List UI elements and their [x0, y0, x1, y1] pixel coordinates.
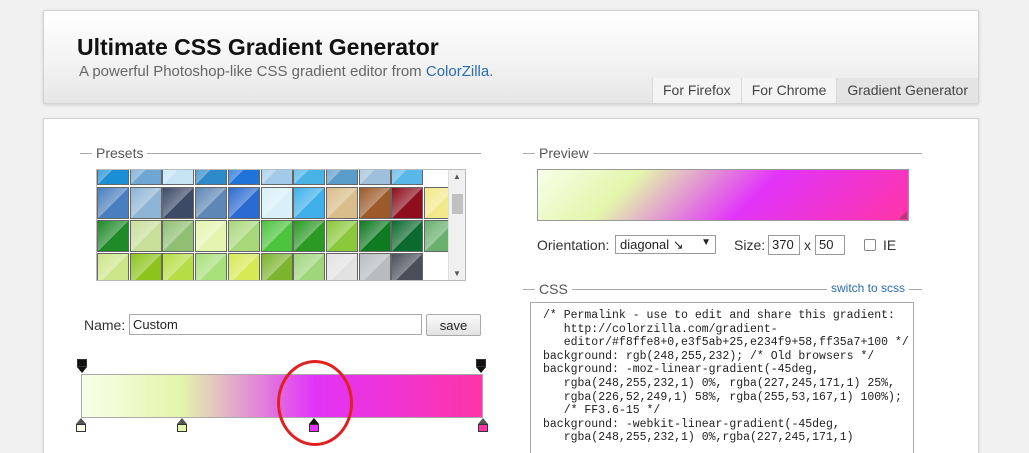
preset-swatch[interactable] [260, 220, 293, 252]
color-stop[interactable] [176, 418, 188, 433]
scroll-down-icon[interactable]: ▼ [453, 269, 461, 278]
css-code-line: /* Permalink - use to edit and share thi… [543, 309, 895, 322]
page-subtitle: A powerful Photoshop-like CSS gradient e… [79, 63, 493, 80]
css-code-line: background: -moz-linear-gradient(-45deg, [543, 363, 820, 377]
preset-swatch[interactable] [391, 253, 424, 280]
name-label: Name: [84, 317, 126, 333]
preset-swatch[interactable] [293, 253, 326, 280]
highlight-circle [277, 360, 353, 446]
size-label: Size: [734, 237, 766, 253]
scroll-up-icon[interactable]: ▲ [453, 172, 461, 181]
preset-swatch[interactable] [325, 253, 358, 280]
preset-swatch[interactable] [195, 253, 228, 280]
preset-swatch[interactable] [97, 170, 129, 185]
preset-swatch[interactable] [391, 187, 424, 219]
presets-legend: Presets [92, 145, 148, 161]
scroll-thumb[interactable] [452, 194, 463, 214]
color-stop[interactable] [477, 418, 489, 433]
height-input[interactable]: 50 [815, 235, 845, 255]
size-separator: x [804, 237, 811, 253]
gradient-preview[interactable] [537, 169, 909, 221]
css-code-line: background: rgb(248,255,232); /* Old bro… [543, 349, 875, 363]
dropdown-arrow-icon: ▼ [701, 237, 711, 248]
preview-legend: Preview [535, 145, 593, 161]
preset-swatch[interactable] [162, 253, 195, 280]
presets-panel: ▲ ▼ [96, 169, 466, 281]
css-code-line: rgba(226,52,249,1) 58%, rgba(255,53,167,… [543, 390, 902, 404]
subtitle-period: . [489, 63, 494, 80]
preset-swatch[interactable] [129, 187, 162, 219]
preset-swatch[interactable] [97, 253, 129, 280]
ie-label: IE [883, 237, 897, 253]
preset-swatch[interactable] [325, 170, 358, 185]
preset-swatch[interactable] [391, 220, 424, 252]
color-stop[interactable] [75, 418, 87, 433]
preset-swatch[interactable] [162, 187, 195, 219]
css-code-line: rgba(248,255,232,1) 0%,rgba(227,245,171,… [543, 431, 854, 445]
css-code-line: background: -webkit-linear-gradient(-45d… [543, 417, 840, 431]
preset-swatch[interactable] [358, 253, 391, 280]
preset-swatch[interactable] [260, 253, 293, 280]
presets-scrollbar[interactable]: ▲ ▼ [448, 170, 465, 280]
preset-swatch[interactable] [293, 220, 326, 252]
preset-swatch[interactable] [325, 220, 358, 252]
preset-swatch[interactable] [195, 187, 228, 219]
preset-swatch[interactable] [129, 253, 162, 280]
subtitle-text: A powerful Photoshop-like CSS gradient e… [79, 63, 426, 80]
save-button[interactable]: save [426, 314, 481, 336]
preset-swatch[interactable] [260, 187, 293, 219]
preset-swatch[interactable] [227, 187, 260, 219]
opacity-stop-left[interactable] [76, 359, 88, 374]
css-code-line: http://colorzilla.com/gradient- [543, 322, 778, 336]
preset-swatch[interactable] [97, 220, 129, 252]
preset-swatch[interactable] [358, 220, 391, 252]
ie-checkbox[interactable] [864, 239, 876, 251]
css-code-line: /* FF3.6-15 */ [543, 404, 661, 418]
preset-swatch[interactable] [227, 220, 260, 252]
preset-swatch[interactable] [195, 170, 228, 185]
css-code-line: rgba(248,255,232,1) 0%, rgba(227,245,171… [543, 376, 895, 390]
opacity-stop-right[interactable] [475, 359, 487, 374]
css-legend: CSS [535, 281, 572, 297]
orientation-value: diagonal ↘ [620, 237, 684, 252]
page-title: Ultimate CSS Gradient Generator [77, 34, 439, 60]
orientation-label: Orientation: [537, 237, 610, 253]
preset-swatch[interactable] [129, 170, 162, 185]
preset-swatch[interactable] [129, 220, 162, 252]
tab-firefox[interactable]: For Firefox [652, 78, 741, 103]
preset-swatch[interactable] [162, 170, 195, 185]
width-input[interactable]: 370 [768, 235, 800, 255]
name-input[interactable] [129, 314, 422, 335]
colorzilla-link[interactable]: ColorZilla [426, 63, 489, 80]
orientation-select[interactable]: diagonal ↘ ▼ [615, 235, 716, 254]
resize-handle-icon[interactable] [899, 211, 907, 219]
page-header: Ultimate CSS Gradient Generator A powerf… [43, 10, 979, 104]
preset-swatch[interactable] [195, 220, 228, 252]
switch-to-scss-link[interactable]: switch to scss [827, 281, 910, 295]
tab-gradient-generator[interactable]: Gradient Generator [836, 78, 978, 103]
preset-swatch[interactable] [162, 220, 195, 252]
nav-tabs: For Firefox For Chrome Gradient Generato… [652, 78, 978, 103]
preset-swatch[interactable] [391, 170, 424, 185]
preset-swatch[interactable] [293, 187, 326, 219]
preset-swatch[interactable] [227, 170, 260, 185]
preset-swatch[interactable] [358, 187, 391, 219]
preset-swatch[interactable] [227, 253, 260, 280]
preset-swatch[interactable] [293, 170, 326, 185]
tab-chrome[interactable]: For Chrome [740, 78, 837, 103]
preset-swatch[interactable] [97, 187, 129, 219]
preset-swatch[interactable] [358, 170, 391, 185]
preset-swatch[interactable] [260, 170, 293, 185]
css-code-line: editor/#f8ffe8+0,e3f5ab+25,e234f9+58,ff3… [543, 336, 909, 350]
css-code-output[interactable]: /* Permalink - use to edit and share thi… [530, 302, 914, 453]
preset-swatch[interactable] [325, 187, 358, 219]
